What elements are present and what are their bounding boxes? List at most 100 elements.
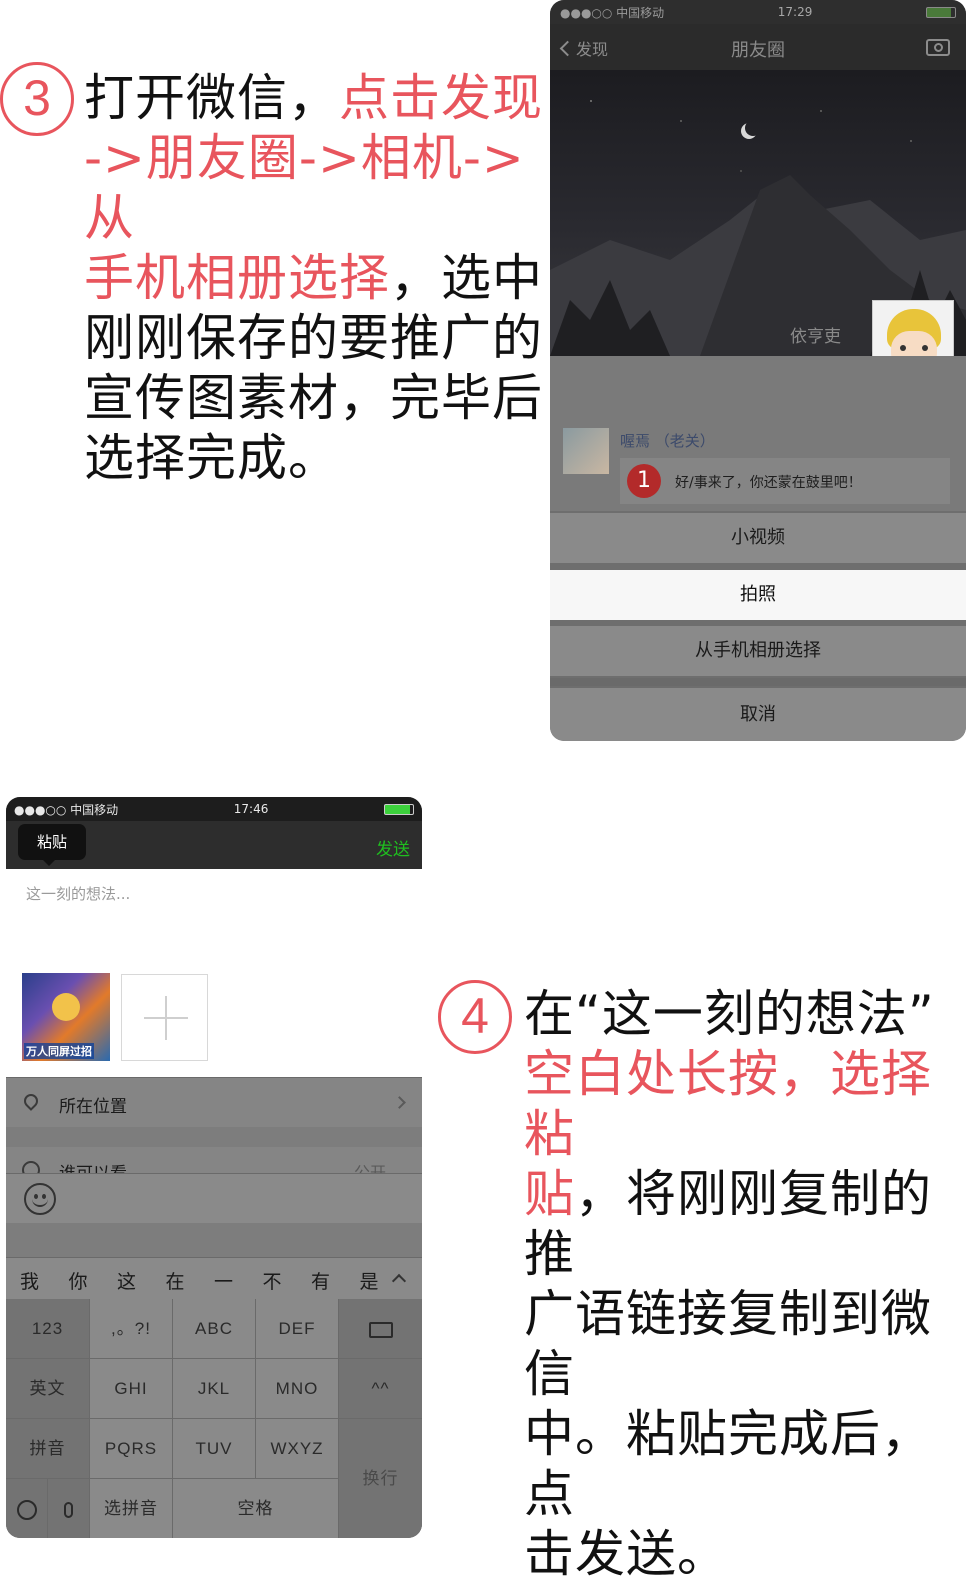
post-card[interactable]: 1 好/事来了，你还蒙在鼓里吧！ xyxy=(620,458,950,504)
visibility-row[interactable]: 谁可以看 公开 xyxy=(6,1147,422,1173)
nav-bar: 发现 朋友圈 xyxy=(550,24,966,70)
send-button[interactable]: 发送 xyxy=(376,835,410,860)
instruction-line: 宣传图素材，完毕后 xyxy=(84,368,544,428)
battery-icon xyxy=(925,6,956,18)
camera-icon[interactable] xyxy=(926,39,950,56)
visibility-label: 谁可以看 xyxy=(59,1159,127,1173)
step-4-number: 4 xyxy=(461,988,489,1044)
instruction-line: 打开微信，点击发现 xyxy=(84,68,544,128)
instruction-text: 宣传图素材，完毕后 xyxy=(84,369,543,427)
key-label: ABC xyxy=(195,1319,233,1338)
instruction-line: 空白处长按，选择粘 xyxy=(524,1044,971,1164)
key-jkl[interactable]: JKL xyxy=(173,1359,255,1418)
post-text: 好/事来了，你还蒙在鼓里吧！ xyxy=(675,475,862,491)
instruction-line: 击发送。 xyxy=(524,1524,971,1584)
highlighted-text: 贴 xyxy=(524,1165,575,1223)
key-tuv[interactable]: TUV xyxy=(173,1419,255,1478)
clock-label: 17:29 xyxy=(777,5,813,19)
key-label: 选拼音 xyxy=(104,1499,158,1518)
key-emoticon[interactable]: ^^ xyxy=(339,1359,422,1418)
instruction-line: 贴，将刚刚复制的推 xyxy=(524,1164,971,1284)
candidate-word[interactable]: 不 xyxy=(263,1267,282,1294)
step-3-instructions: 打开微信，点击发现 ->朋友圈->相机->从 手机相册选择，选中 刚刚保存的要推广的宣… xyxy=(84,68,544,488)
instruction-text: 广语链接复制到微信 xyxy=(524,1285,932,1403)
candidate-word[interactable]: 这 xyxy=(117,1267,136,1294)
key-space[interactable]: 空格 xyxy=(173,1479,338,1538)
location-pin-icon xyxy=(21,1091,41,1111)
candidate-word[interactable]: 我 xyxy=(20,1267,39,1294)
instruction-line: ->朋友圈->相机->从 xyxy=(84,128,544,248)
instruction-text: ，选中 xyxy=(390,249,543,307)
sheet-option-choose-from-album[interactable]: 从手机相册选择 xyxy=(550,626,966,676)
key-label: ^^ xyxy=(371,1379,390,1398)
candidate-word[interactable]: 是 xyxy=(360,1267,379,1294)
key-enter[interactable]: 换行 xyxy=(339,1419,422,1538)
phone-screenshot-compose: ●●●○○ 中国移动 17:46 粘贴 发送 这一刻的想法... 万人同屏过招 … xyxy=(6,797,422,1538)
candidate-word[interactable]: 一 xyxy=(214,1267,233,1294)
clock-label: 17:46 xyxy=(233,802,269,816)
sheet-cancel-button[interactable]: 取消 xyxy=(550,688,966,741)
key-label: MNO xyxy=(275,1379,319,1398)
tooltip-arrow xyxy=(42,859,56,866)
compose-area: 这一刻的想法... 万人同屏过招 xyxy=(6,869,422,1077)
key-pqrs[interactable]: PQRS xyxy=(90,1419,172,1478)
highlighted-text: ->朋友圈->相机->从 xyxy=(84,129,525,247)
visibility-icon xyxy=(22,1161,40,1173)
post-avatar[interactable] xyxy=(563,428,609,474)
sheet-divider xyxy=(550,678,966,686)
candidate-word[interactable]: 有 xyxy=(311,1267,330,1294)
sheet-option-label: 取消 xyxy=(740,704,776,725)
chevron-up-icon[interactable] xyxy=(391,1273,407,1289)
key-english[interactable]: 英文 xyxy=(6,1359,89,1418)
status-bar: ●●●○○ 中国移动 17:46 xyxy=(6,797,422,821)
key-label: GHI xyxy=(114,1379,148,1398)
microphone-icon xyxy=(64,1501,73,1518)
page-title: 朋友圈 xyxy=(731,40,785,61)
instruction-text: 在“这一刻的想法” xyxy=(524,985,935,1043)
key-globe[interactable] xyxy=(6,1479,47,1538)
instruction-line: 刚刚保存的要推广的 xyxy=(84,308,544,368)
key-def[interactable]: DEF xyxy=(256,1299,338,1358)
nav-bar: 粘贴 发送 xyxy=(6,821,422,869)
profile-name: 依亨吏 xyxy=(790,327,841,347)
candidate-bar: 我你这在一不有是 xyxy=(6,1257,422,1299)
key-mno[interactable]: MNO xyxy=(256,1359,338,1418)
carrier-label: ●●●○○ 中国移动 xyxy=(560,5,665,20)
instruction-text: 击发送。 xyxy=(524,1525,728,1583)
location-row[interactable]: 所在位置 xyxy=(6,1077,422,1127)
instruction-text: ，将刚刚复制的推 xyxy=(524,1165,932,1283)
globe-icon xyxy=(16,1499,37,1520)
backspace-icon xyxy=(368,1321,393,1338)
visibility-value: 公开 xyxy=(353,1163,386,1173)
post-author[interactable]: 喔焉 （老关） xyxy=(620,430,715,451)
step-4-instructions: 在“这一刻的想法” 空白处长按，选择粘 贴，将刚刚复制的推 广语链接复制到微信 中。粘贴… xyxy=(524,984,971,1584)
sheet-option-short-video[interactable]: 小视频 xyxy=(550,513,966,563)
emoji-icon[interactable] xyxy=(24,1183,56,1215)
key-microphone[interactable] xyxy=(48,1479,89,1538)
key-ghi[interactable]: GHI xyxy=(90,1359,172,1418)
key-backspace[interactable] xyxy=(339,1299,422,1358)
key-123[interactable]: 123 xyxy=(6,1299,89,1358)
paste-label: 粘贴 xyxy=(36,833,67,851)
key-punctuation[interactable]: ,。?! xyxy=(90,1299,172,1358)
key-label: 空格 xyxy=(237,1499,274,1518)
candidate-word[interactable]: 你 xyxy=(69,1267,88,1294)
highlighted-text: 手机相册选择 xyxy=(84,249,390,307)
add-image-button[interactable] xyxy=(121,974,208,1061)
highlighted-text: 空白处长按，选择粘 xyxy=(524,1045,932,1163)
moments-feed: 喔焉 （老关） 1 好/事来了，你还蒙在鼓里吧！ xyxy=(550,356,966,511)
key-pinyin[interactable]: 拼音 xyxy=(6,1419,89,1478)
thoughts-input[interactable]: 这一刻的想法... xyxy=(26,883,130,904)
key-abc[interactable]: ABC xyxy=(173,1299,255,1358)
selected-image-thumbnail[interactable]: 万人同屏过招 xyxy=(22,973,110,1061)
status-bar: ●●●○○ 中国移动 17:29 xyxy=(550,0,966,24)
keyboard: 123 ,。?! ABC DEF 英文 GHI JKL MNO ^^ 拼音 PQ… xyxy=(6,1299,422,1538)
emoji-bar xyxy=(6,1173,422,1223)
key-select-pinyin[interactable]: 选拼音 xyxy=(90,1479,172,1538)
sheet-option-label: 拍照 xyxy=(740,584,776,605)
paste-tooltip[interactable]: 粘贴 xyxy=(18,824,86,860)
sheet-option-take-photo[interactable]: 拍照 xyxy=(550,570,966,620)
candidate-word[interactable]: 在 xyxy=(166,1267,185,1294)
battery-icon xyxy=(383,803,414,815)
key-wxyz[interactable]: WXYZ xyxy=(256,1419,338,1478)
